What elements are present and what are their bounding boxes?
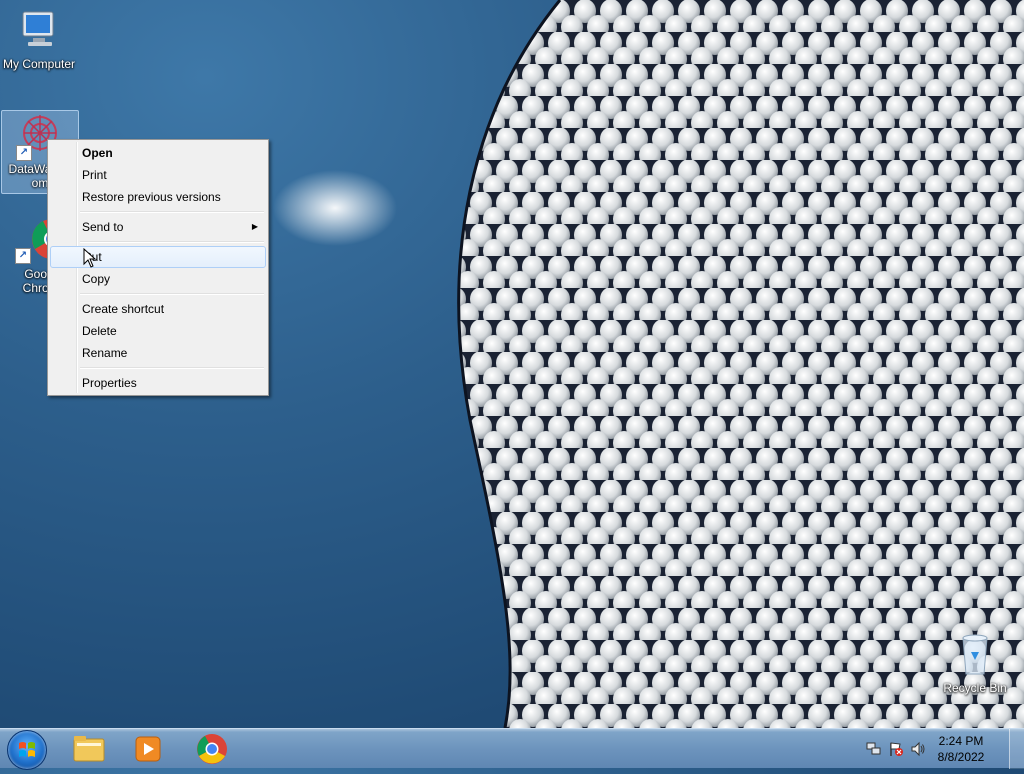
computer-icon [22, 11, 54, 46]
chrome-icon [197, 734, 227, 764]
menu-separator [80, 241, 264, 243]
menu-item-delete[interactable]: Delete [50, 320, 266, 342]
action-center-flag-icon[interactable] [888, 741, 904, 757]
taskbar-chrome-button[interactable] [185, 731, 239, 767]
clock-date: 8/8/2022 [937, 750, 985, 764]
start-button[interactable] [7, 730, 47, 770]
mouse-cursor-icon [83, 248, 97, 268]
recycle-bin-icon [962, 634, 988, 675]
context-menu: Open Print Restore previous versions Sen… [47, 139, 269, 396]
menu-item-print[interactable]: Print [50, 164, 266, 186]
menu-separator [80, 211, 264, 213]
shortcut-arrow-icon: ↗ [16, 145, 32, 161]
media-player-icon [135, 736, 161, 762]
show-desktop-button[interactable] [1009, 729, 1024, 769]
menu-item-create-shortcut[interactable]: Create shortcut [50, 298, 266, 320]
menu-item-restore-previous-versions[interactable]: Restore previous versions [50, 186, 266, 208]
desktop-icon-label: Recycle Bin [943, 681, 1007, 695]
menu-item-open[interactable]: Open [50, 142, 266, 164]
menu-item-copy[interactable]: Copy [50, 268, 266, 290]
network-icon[interactable] [866, 741, 882, 757]
menu-item-rename[interactable]: Rename [50, 342, 266, 364]
explorer-icon [73, 736, 105, 762]
windows-logo-icon [19, 742, 35, 757]
menu-item-properties[interactable]: Properties [50, 372, 266, 394]
taskbar-explorer-button[interactable] [62, 731, 116, 767]
menu-item-label: Send to [82, 220, 124, 234]
submenu-arrow-icon: ▶ [251, 222, 258, 231]
desktop-icon-label: My Computer [2, 57, 76, 71]
clock-time: 2:24 PM [938, 734, 984, 748]
desktop-icon-recycle-bin[interactable]: Recycle Bin [937, 630, 1013, 695]
taskbar: 2:24 PM 8/8/2022 [0, 728, 1024, 770]
menu-item-send-to[interactable]: Send to ▶ [50, 216, 266, 238]
taskbar-media-player-button[interactable] [121, 731, 175, 767]
taskbar-clock[interactable]: 2:24 PM 8/8/2022 [926, 733, 996, 765]
menu-separator [80, 293, 264, 295]
menu-separator [80, 367, 264, 369]
desktop-icon-my-computer[interactable]: My Computer [1, 8, 77, 71]
system-tray: 2:24 PM 8/8/2022 [854, 729, 1024, 769]
volume-icon[interactable] [910, 741, 926, 757]
shortcut-arrow-icon: ↗ [15, 248, 31, 264]
